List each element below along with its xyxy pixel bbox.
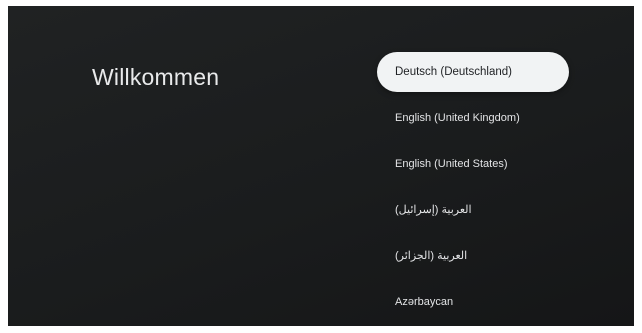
- welcome-title: Willkommen: [92, 64, 220, 90]
- language-item-english-us[interactable]: English (United States): [377, 144, 569, 184]
- language-item-deutsch-deutschland[interactable]: Deutsch (Deutschland): [377, 52, 569, 92]
- language-item-arabic-israel[interactable]: العربية (إسرائيل): [377, 190, 569, 230]
- language-list: Deutsch (Deutschland) English (United Ki…: [377, 52, 569, 326]
- language-item-arabic-algeria[interactable]: العربية (الجزائر): [377, 236, 569, 276]
- language-item-azerbaijani[interactable]: Azərbaycan: [377, 282, 569, 322]
- language-item-english-uk[interactable]: English (United Kingdom): [377, 98, 569, 138]
- tv-setup-screen: Willkommen Deutsch (Deutschland) English…: [8, 6, 634, 326]
